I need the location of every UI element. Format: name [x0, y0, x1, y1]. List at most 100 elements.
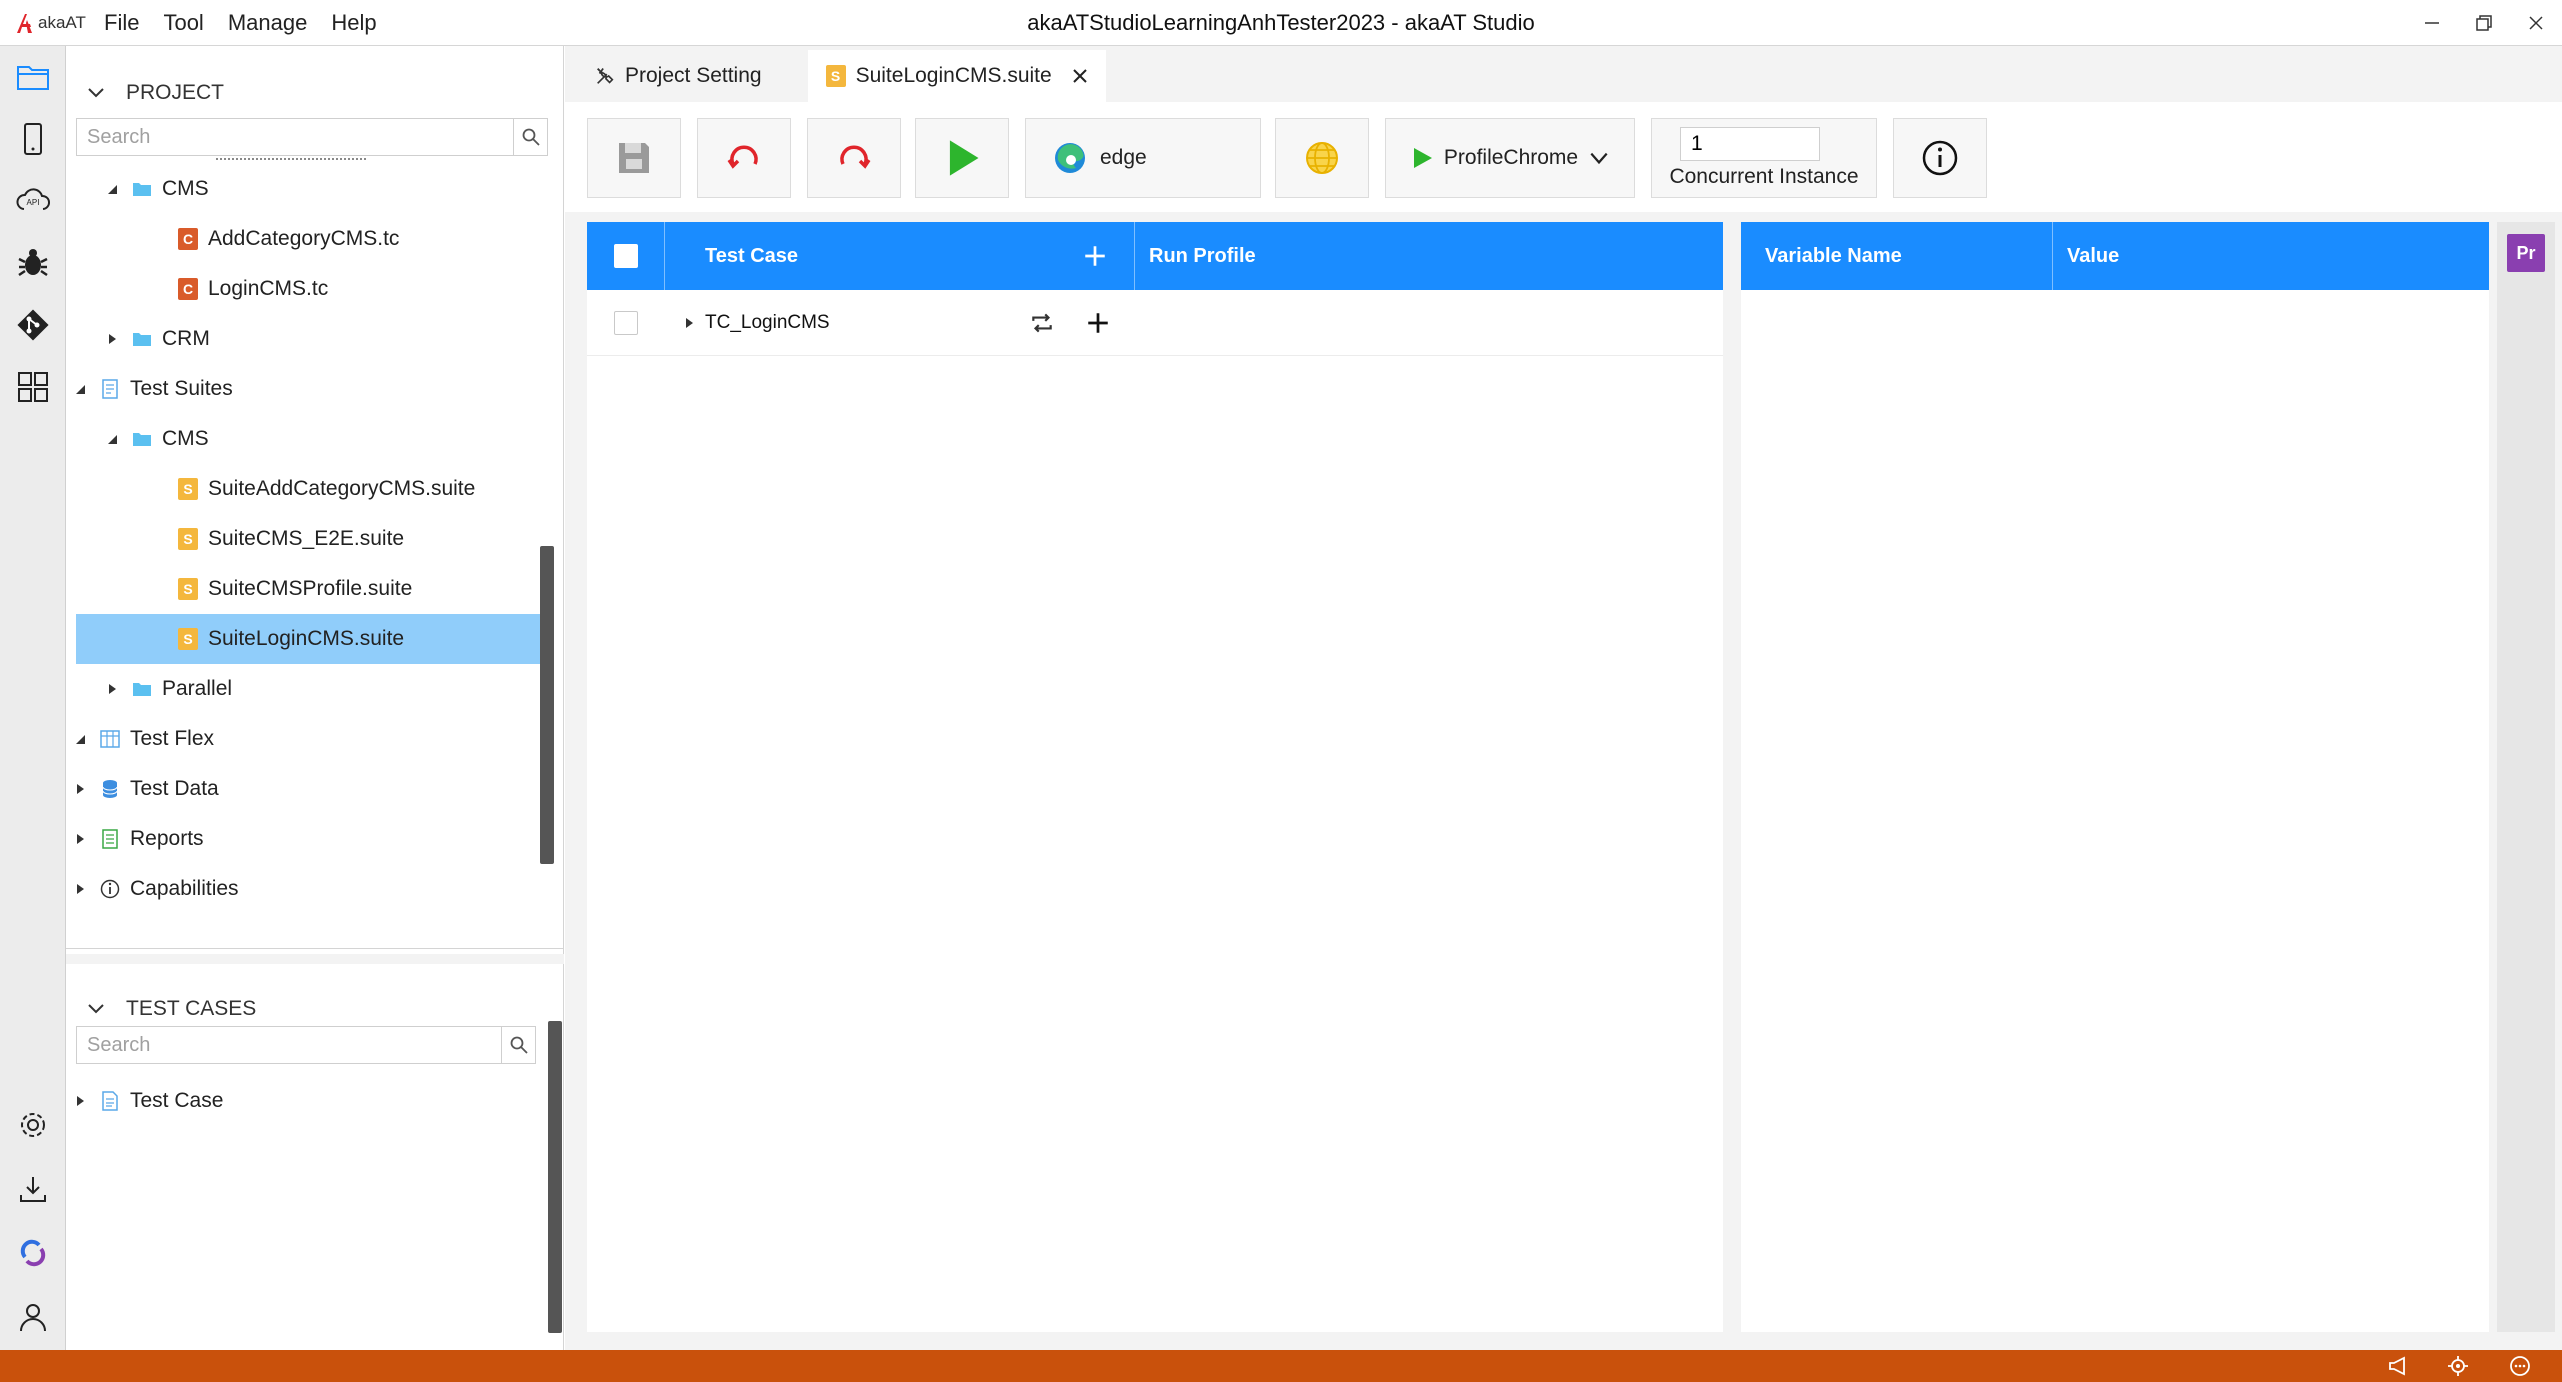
api-cloud-icon: API — [16, 188, 50, 210]
tree-row-test-flex[interactable]: Test Flex — [70, 714, 214, 764]
tools-icon — [593, 64, 617, 88]
collapsed-arrow-icon[interactable] — [102, 679, 122, 699]
tab-suitelogincms[interactable]: S SuiteLoginCMS.suite — [807, 50, 1106, 102]
collapsed-arrow-icon[interactable] — [102, 329, 122, 349]
tree-row-crm[interactable]: CRM — [102, 314, 210, 364]
column-variable-name: Variable Name — [1741, 222, 2053, 290]
expanded-arrow-icon[interactable] — [70, 729, 90, 749]
activity-settings-button[interactable] — [8, 1100, 58, 1150]
project-panel-header[interactable]: PROJECT — [66, 62, 564, 124]
activity-assistant-button[interactable] — [8, 1228, 58, 1278]
activity-explorer-button[interactable] — [8, 52, 58, 102]
reload-button[interactable] — [807, 118, 901, 198]
save-button[interactable] — [587, 118, 681, 198]
test-cases-search-button[interactable] — [501, 1027, 535, 1063]
menu-help[interactable]: Help — [331, 10, 376, 36]
expanded-arrow-icon[interactable] — [70, 379, 90, 399]
select-all-checkbox[interactable] — [613, 244, 638, 268]
activity-extensions-button[interactable] — [8, 362, 58, 412]
activity-mobile-button[interactable] — [8, 114, 58, 164]
web-environment-button[interactable] — [1275, 118, 1369, 198]
tree-row-suitecms-e2e[interactable]: S SuiteCMS_E2E.suite — [168, 514, 404, 564]
locate-icon[interactable] — [2446, 1354, 2470, 1378]
panel-splitter[interactable] — [66, 954, 564, 964]
profile-dropdown[interactable]: ProfileChrome — [1385, 118, 1635, 198]
collapsed-arrow-icon[interactable] — [70, 779, 90, 799]
panel-divider — [66, 948, 564, 949]
activity-account-button[interactable] — [8, 1292, 58, 1342]
run-button[interactable] — [915, 118, 1009, 198]
menu-manage[interactable]: Manage — [228, 10, 308, 36]
tree-row-suitecmsprofile[interactable]: S SuiteCMSProfile.suite — [168, 564, 412, 614]
test-case-file-icon: C — [176, 277, 200, 301]
tree-row-test-case[interactable]: Test Case — [70, 1076, 223, 1126]
tab-project-setting[interactable]: Project Setting — [577, 50, 778, 102]
tree-row-parallel[interactable]: Parallel — [102, 664, 232, 714]
megaphone-icon[interactable] — [2386, 1354, 2410, 1378]
close-tab-icon[interactable] — [1070, 66, 1090, 86]
table-row[interactable]: TC_LoginCMS — [587, 290, 1723, 356]
test-cases-search-input[interactable] — [77, 1027, 501, 1063]
test-case-file-icon: C — [176, 227, 200, 251]
repeat-icon[interactable] — [1029, 310, 1055, 336]
activity-download-button[interactable] — [8, 1164, 58, 1214]
activity-git-button[interactable] — [8, 300, 58, 350]
expanded-arrow-icon[interactable] — [102, 179, 122, 199]
folder-icon — [130, 677, 154, 701]
project-tree: CMS C AddCategoryCMS.tc C LoginCMS.tc CR… — [66, 158, 546, 998]
concurrent-instance-input[interactable] — [1680, 127, 1820, 161]
test-cases-scrollbar[interactable] — [548, 1021, 562, 1333]
add-test-case-icon[interactable] — [1082, 243, 1108, 269]
profile-label: ProfileChrome — [1443, 146, 1579, 169]
collapsed-arrow-icon[interactable] — [70, 829, 90, 849]
feedback-icon[interactable] — [2508, 1354, 2532, 1378]
tree-row-label: SuiteCMSProfile.suite — [208, 577, 413, 600]
close-button[interactable] — [2510, 0, 2562, 46]
project-search-input[interactable] — [77, 119, 513, 155]
suite-file-icon: S — [176, 527, 200, 551]
project-search-button[interactable] — [513, 119, 547, 155]
column-test-case-label: Test Case — [705, 244, 799, 267]
add-profile-icon[interactable] — [1085, 310, 1111, 336]
concurrent-instance-control: Concurrent Instance — [1651, 118, 1877, 198]
tree-row-suiteaddcategorycms[interactable]: S SuiteAddCategoryCMS.suite — [168, 464, 475, 514]
restore-button[interactable] — [2458, 0, 2510, 46]
tree-row-label: SuiteCMS_E2E.suite — [208, 527, 405, 550]
row-expand-arrow-icon[interactable] — [683, 317, 695, 329]
tree-row-cms[interactable]: CMS — [102, 164, 209, 214]
info-button[interactable] — [1893, 118, 1987, 198]
menu-file[interactable]: File — [104, 10, 139, 36]
document-icon — [98, 1089, 122, 1113]
menu-tool[interactable]: Tool — [163, 10, 203, 36]
properties-button[interactable]: Pr — [2507, 234, 2545, 272]
folder-icon — [130, 327, 154, 351]
tree-row-label: CMS — [162, 427, 209, 450]
collapsed-arrow-icon[interactable] — [70, 1091, 90, 1111]
project-tree-scrollbar[interactable] — [540, 546, 554, 864]
tree-row-test-suites[interactable]: Test Suites — [70, 364, 233, 414]
refresh-button[interactable] — [697, 118, 791, 198]
restore-icon — [2476, 15, 2492, 31]
tree-row-reports[interactable]: Reports — [70, 814, 204, 864]
activity-api-button[interactable]: API — [8, 176, 58, 226]
expanded-arrow-icon[interactable] — [102, 429, 122, 449]
suite-file-icon: S — [176, 627, 200, 651]
suite-file-icon: S — [176, 477, 200, 501]
tree-row-test-data[interactable]: Test Data — [70, 764, 219, 814]
search-icon — [522, 128, 540, 146]
tree-row-label: SuiteAddCategoryCMS.suite — [208, 477, 476, 500]
collapsed-arrow-icon[interactable] — [70, 879, 90, 899]
tree-row-logincms-tc[interactable]: C LoginCMS.tc — [168, 264, 328, 314]
minimize-button[interactable] — [2406, 0, 2458, 46]
info-icon — [98, 877, 122, 901]
activity-debug-button[interactable] — [8, 238, 58, 288]
test-suites-icon — [98, 377, 122, 401]
tree-row-suites-cms[interactable]: CMS — [102, 414, 209, 464]
tree-row-suitelogincms-selected[interactable]: S SuiteLoginCMS.suite — [76, 614, 542, 664]
browser-select-button[interactable]: edge — [1025, 118, 1261, 198]
tree-row-addcategorycms-tc[interactable]: C AddCategoryCMS.tc — [168, 214, 399, 264]
tree-row-capabilities[interactable]: Capabilities — [70, 864, 239, 914]
test-cases-search-box — [76, 1026, 536, 1064]
row-checkbox[interactable] — [614, 311, 638, 335]
test-case-grid-header: Test Case Run Profile — [587, 222, 1723, 290]
